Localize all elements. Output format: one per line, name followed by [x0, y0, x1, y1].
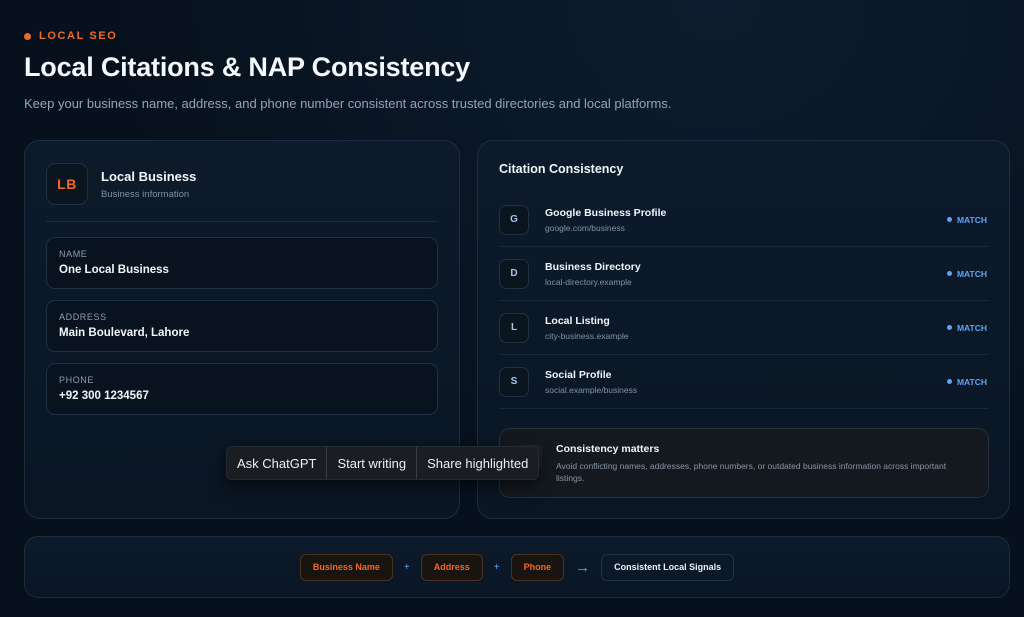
note-title: Consistency matters: [556, 443, 660, 455]
note-description: Avoid conflicting names, addresses, phon…: [556, 461, 947, 484]
citation-row[interactable]: L Local Listing city-business.example MA…: [499, 301, 989, 355]
page-subtitle: Keep your business name, address, and ph…: [24, 96, 672, 111]
plus-icon: +: [493, 561, 500, 573]
eyebrow-label: LOCAL SEO: [39, 30, 118, 42]
listing-icon: L: [499, 312, 529, 343]
field-value: +92 300 1234567: [59, 390, 149, 402]
field-label: NAME: [59, 249, 88, 259]
status-badge: MATCH: [946, 323, 987, 333]
social-icon: S: [499, 366, 529, 397]
status-dot-icon: [946, 379, 952, 384]
citation-name: Business Directory: [545, 260, 641, 273]
chip-result: Consistent Local Signals: [601, 553, 735, 581]
citation-url: local-directory.example: [545, 276, 632, 287]
citation-url: google.com/business: [545, 222, 625, 233]
field-value: Main Boulevard, Lahore: [59, 327, 190, 339]
eyebrow-dot-icon: [24, 32, 31, 40]
selection-popup: Ask ChatGPT Start writing Share highligh…: [226, 446, 540, 480]
status-badge: MATCH: [946, 377, 987, 387]
citation-row[interactable]: S Social Profile social.example/business…: [499, 355, 989, 409]
start-writing-button[interactable]: Start writing: [327, 447, 416, 479]
business-header: LB Local Business Business information: [46, 163, 196, 205]
phone-field[interactable]: PHONE +92 300 1234567: [46, 363, 438, 415]
chip-business-name: Business Name: [299, 553, 393, 581]
business-subtitle: Business information: [101, 188, 190, 200]
citation-row[interactable]: D Business Directory local-directory.exa…: [499, 247, 989, 301]
nap-flow-card: Business Name + Address + Phone → Consis…: [24, 536, 1010, 598]
status-dot-icon: [946, 325, 952, 330]
citation-card: Citation Consistency G Google Business P…: [477, 140, 1010, 519]
share-highlighted-button[interactable]: Share highlighted: [417, 447, 538, 479]
business-logo: LB: [46, 163, 88, 205]
chip-address: Address: [420, 553, 483, 581]
google-icon: G: [499, 204, 529, 235]
eyebrow: LOCAL SEO: [24, 30, 117, 42]
directory-icon: D: [499, 258, 529, 289]
citation-url: social.example/business: [545, 384, 638, 395]
name-field[interactable]: NAME One Local Business: [46, 237, 438, 289]
nap-flow: Business Name + Address + Phone → Consis…: [25, 537, 1009, 597]
field-value: One Local Business: [59, 264, 169, 276]
status-dot-icon: [946, 271, 952, 276]
address-field[interactable]: ADDRESS Main Boulevard, Lahore: [46, 300, 438, 352]
chip-phone: Phone: [510, 553, 565, 581]
citation-name: Google Business Profile: [545, 206, 667, 219]
status-badge: MATCH: [946, 269, 987, 279]
status-dot-icon: [946, 217, 952, 222]
citation-row[interactable]: G Google Business Profile google.com/bus…: [499, 193, 989, 247]
citation-name: Social Profile: [545, 368, 612, 381]
citation-title: Citation Consistency: [499, 162, 624, 176]
status-badge: MATCH: [946, 215, 987, 225]
consistency-note: Consistency matters Avoid conflicting na…: [499, 428, 989, 498]
page-title: Local Citations & NAP Consistency: [24, 52, 470, 82]
ask-chatgpt-button[interactable]: Ask ChatGPT: [227, 447, 326, 479]
arrow-right-icon: →: [575, 558, 591, 576]
citation-name: Local Listing: [545, 314, 610, 327]
business-name: Local Business: [101, 168, 197, 184]
plus-icon: +: [403, 561, 410, 573]
citation-url: city-business.example: [545, 330, 629, 341]
field-label: ADDRESS: [59, 312, 107, 322]
divider: [46, 221, 438, 222]
field-label: PHONE: [59, 375, 95, 385]
